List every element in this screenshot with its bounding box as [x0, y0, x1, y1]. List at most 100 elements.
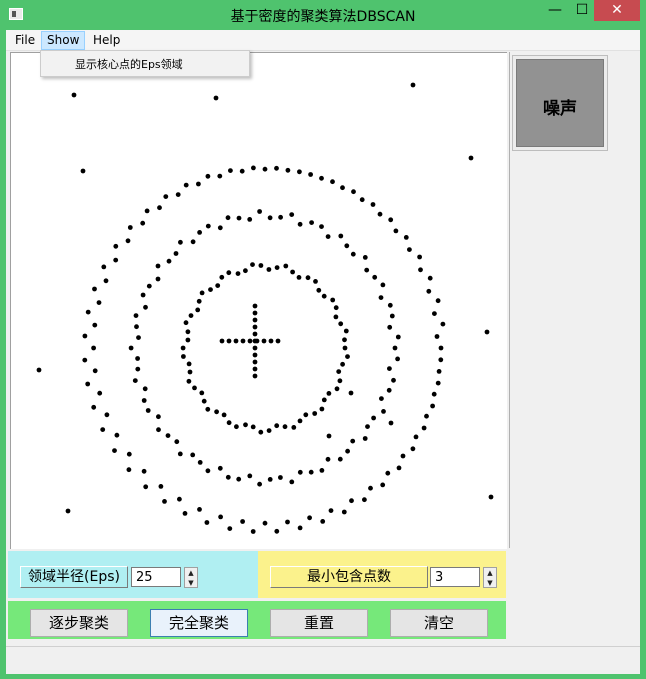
show-menu-dropdown: 显示核心点的Eps领域 — [40, 50, 250, 77]
maximize-button[interactable]: ☐ — [567, 0, 597, 22]
minpts-spinner[interactable]: ▲ ▼ — [483, 567, 497, 588]
data-point — [92, 368, 98, 374]
menu-item-show-core-eps[interactable]: 显示核心点的Eps领域 — [75, 56, 183, 72]
data-point — [308, 172, 313, 177]
data-point — [113, 257, 119, 263]
data-point — [192, 385, 197, 391]
menu-file[interactable]: File — [10, 31, 40, 50]
data-point — [297, 221, 303, 227]
data-point — [262, 520, 268, 526]
data-point — [303, 412, 309, 418]
data-point — [342, 345, 348, 351]
data-point — [186, 378, 192, 384]
data-point — [252, 324, 258, 330]
data-point — [82, 357, 88, 363]
minimize-button[interactable]: — — [540, 0, 570, 22]
data-point — [145, 408, 151, 413]
spin-up-icon[interactable]: ▲ — [484, 568, 496, 578]
data-point — [157, 205, 162, 211]
data-point — [350, 438, 356, 444]
data-point — [183, 320, 189, 326]
data-point — [407, 247, 412, 253]
data-point — [156, 427, 161, 433]
data-point — [388, 217, 394, 223]
data-point — [283, 263, 289, 269]
data-point — [185, 329, 191, 335]
data-point — [156, 414, 161, 420]
data-point — [326, 391, 332, 396]
data-point — [140, 220, 146, 226]
minpts-input[interactable] — [430, 567, 480, 587]
data-point — [274, 528, 280, 534]
eps-spinner[interactable]: ▲ ▼ — [184, 567, 198, 588]
noise-swatch: 噪声 — [516, 59, 604, 147]
clear-button[interactable]: 清空 — [390, 609, 488, 637]
data-point — [250, 424, 256, 430]
data-point — [349, 498, 354, 504]
data-point — [392, 345, 398, 351]
data-point — [128, 345, 134, 351]
data-point — [336, 369, 342, 374]
data-point — [321, 397, 327, 403]
data-point — [330, 179, 335, 185]
spin-down-icon[interactable]: ▼ — [484, 578, 496, 588]
data-point — [236, 476, 242, 482]
data-point — [430, 403, 435, 409]
full-cluster-button[interactable]: 完全聚类 — [150, 609, 248, 637]
data-point — [175, 192, 181, 198]
reset-button[interactable]: 重置 — [270, 609, 368, 637]
eps-input[interactable] — [131, 567, 181, 587]
data-point — [136, 335, 141, 340]
data-point — [396, 465, 402, 471]
eps-label: 领域半径(Eps) — [20, 566, 128, 588]
data-point — [362, 497, 367, 503]
data-point — [261, 338, 267, 344]
data-point — [435, 380, 441, 386]
data-point — [326, 433, 332, 439]
data-point — [368, 485, 373, 491]
data-point — [252, 303, 258, 309]
data-point — [395, 356, 400, 362]
data-point — [345, 354, 350, 359]
data-point — [155, 276, 161, 282]
data-point — [340, 361, 345, 367]
data-point — [362, 436, 368, 441]
data-point — [297, 469, 303, 475]
data-point — [309, 220, 314, 226]
data-point — [308, 469, 314, 475]
data-point — [174, 439, 180, 445]
data-point — [345, 448, 350, 454]
data-point — [278, 475, 283, 480]
data-point — [65, 508, 71, 514]
data-point — [142, 386, 148, 392]
data-point — [386, 387, 392, 393]
spin-up-icon[interactable]: ▲ — [185, 568, 197, 578]
data-point — [348, 390, 354, 396]
data-point — [146, 283, 152, 289]
menu-show[interactable]: Show — [41, 31, 86, 50]
data-point — [114, 432, 120, 438]
points-plot[interactable] — [11, 53, 507, 549]
data-point — [426, 288, 432, 294]
data-point — [252, 338, 258, 344]
data-point — [436, 369, 442, 374]
cluster-canvas[interactable] — [10, 52, 507, 549]
data-point — [325, 456, 331, 462]
data-point — [370, 202, 376, 207]
menu-help[interactable]: Help — [88, 31, 125, 50]
data-point — [165, 433, 171, 438]
data-point — [387, 324, 393, 330]
data-point — [413, 434, 419, 440]
data-point — [143, 484, 149, 490]
data-point — [252, 352, 258, 358]
data-point — [342, 337, 347, 343]
data-point — [393, 228, 399, 234]
close-button[interactable]: ✕ — [594, 0, 640, 21]
data-point — [85, 381, 91, 387]
data-point — [247, 473, 253, 479]
step-cluster-button[interactable]: 逐步聚类 — [30, 609, 128, 637]
data-point — [274, 423, 280, 429]
data-point — [141, 468, 147, 474]
spin-down-icon[interactable]: ▼ — [185, 578, 197, 588]
data-point — [250, 529, 256, 534]
